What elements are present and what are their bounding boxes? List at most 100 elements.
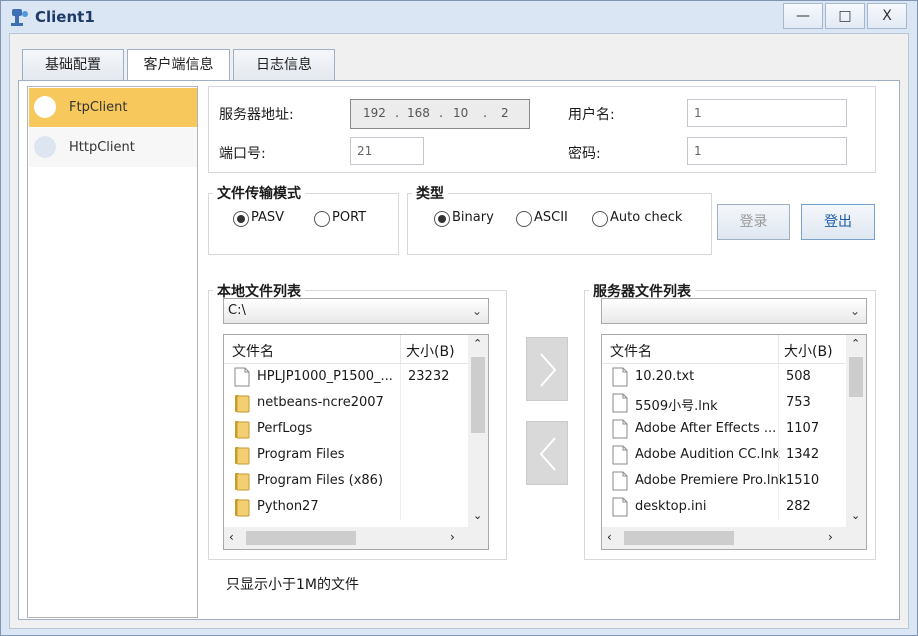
folder-icon xyxy=(234,471,250,491)
server-rows: 10.20.txt 508 5509小号.lnk 753 Adobe After Eff… xyxy=(602,364,846,526)
scroll-up-icon[interactable]: ⌃ xyxy=(851,337,860,350)
file-row[interactable]: PerfLogs xyxy=(224,416,468,442)
local-list-header: 文件名 大小(B) xyxy=(224,335,468,364)
local-path-select[interactable]: C:\ ⌄ xyxy=(223,298,489,324)
file-row[interactable]: Python27 xyxy=(224,494,468,520)
ascii-label: ASCII xyxy=(534,210,568,225)
server-vertical-scrollbar[interactable]: ⌃ ⌄ xyxy=(846,335,866,527)
column-divider xyxy=(400,442,401,468)
scrollbar-thumb[interactable] xyxy=(246,531,356,545)
server-horizontal-scrollbar[interactable]: ‹ › xyxy=(602,527,866,549)
file-name: Program Files (x86) xyxy=(257,473,384,488)
type-title: 类型 xyxy=(412,183,448,203)
file-name: Adobe After Effects ... xyxy=(635,421,777,436)
scroll-left-icon[interactable]: ‹ xyxy=(607,530,612,544)
maximize-button[interactable]: □ xyxy=(825,3,865,29)
tab-basic-config[interactable]: 基础配置 xyxy=(22,49,124,81)
port-radio[interactable]: PORT xyxy=(314,209,394,229)
minimize-button[interactable]: — xyxy=(783,3,823,29)
ascii-radio[interactable]: ASCII xyxy=(516,209,586,229)
local-vertical-scrollbar[interactable]: ⌃ ⌄ xyxy=(468,335,488,527)
column-divider xyxy=(400,335,401,364)
port-mode-label: PORT xyxy=(332,210,367,225)
file-row[interactable]: Adobe After Effects ... 1107 xyxy=(602,416,846,442)
scroll-down-icon[interactable]: ⌄ xyxy=(473,509,482,522)
app-window: Client1 — □ X 基础配置 客户端信息 日志信息 FtpClient … xyxy=(0,0,918,636)
file-row[interactable]: 10.20.txt 508 xyxy=(602,364,846,390)
file-row[interactable]: Adobe Audition CC.lnk 1342 xyxy=(602,442,846,468)
close-button[interactable]: X xyxy=(867,3,907,29)
server-file-list: 文件名 大小(B) 10.20.txt 508 5509小号.lnk 753 Adobe… xyxy=(601,334,867,550)
password-label: 密码: xyxy=(568,146,601,162)
radio-circle xyxy=(233,211,249,227)
scroll-right-icon[interactable]: › xyxy=(450,530,455,544)
server-path-select[interactable]: ⌄ xyxy=(601,298,867,324)
scrollbar-thumb[interactable] xyxy=(624,531,734,545)
file-icon xyxy=(612,419,628,439)
logout-button[interactable]: 登出 xyxy=(801,204,875,240)
local-rows: HPLJP1000_P1500_... 23232 netbeans-ncre200… xyxy=(224,364,468,526)
file-name: Python27 xyxy=(257,499,319,514)
sidebar-item-label: HttpClient xyxy=(69,140,135,155)
ip-octet-2: 168 xyxy=(407,106,430,120)
pasv-label: PASV xyxy=(251,210,285,225)
ip-octet-3: 10 xyxy=(453,106,469,120)
column-divider xyxy=(400,494,401,520)
ip-dot: . xyxy=(483,106,488,121)
scroll-right-icon[interactable]: › xyxy=(828,530,833,544)
sidebar-item-ftpclient[interactable]: FtpClient xyxy=(29,88,197,127)
client-type-list: FtpClient HttpClient xyxy=(27,86,198,618)
port-input[interactable]: 21 xyxy=(350,137,424,165)
server-ip-input[interactable]: 192 . 168 . 10 . 2 xyxy=(350,99,530,129)
column-divider xyxy=(778,335,779,364)
binary-label: Binary xyxy=(452,210,494,225)
column-header-name[interactable]: 文件名 xyxy=(232,341,274,361)
column-header-size[interactable]: 大小(B) xyxy=(784,341,833,361)
server-list-header: 文件名 大小(B) xyxy=(602,335,846,364)
file-name: Adobe Premiere Pro.lnk xyxy=(635,473,787,488)
file-icon xyxy=(612,471,628,491)
scroll-left-icon[interactable]: ‹ xyxy=(229,530,234,544)
transfer-mode-title: 文件传输模式 xyxy=(213,183,305,203)
tab-client-info[interactable]: 客户端信息 xyxy=(127,49,230,82)
window-title: Client1 xyxy=(35,8,95,26)
column-divider xyxy=(400,468,401,494)
scrollbar-thumb[interactable] xyxy=(849,357,863,397)
port-label: 端口号: xyxy=(219,146,266,162)
file-size: 282 xyxy=(786,499,811,514)
file-row[interactable]: Program Files (x86) xyxy=(224,468,468,494)
auto-check-radio[interactable]: Auto check xyxy=(592,209,692,229)
upload-arrow-button[interactable] xyxy=(526,337,568,401)
file-row[interactable]: desktop.ini 282 xyxy=(602,494,846,520)
binary-radio[interactable]: Binary xyxy=(434,209,514,229)
scrollbar-thumb[interactable] xyxy=(471,357,485,433)
tab-log-info[interactable]: 日志信息 xyxy=(233,49,335,81)
file-name: desktop.ini xyxy=(635,499,707,514)
file-row[interactable]: netbeans-ncre2007 xyxy=(224,390,468,416)
file-icon xyxy=(234,367,250,387)
sidebar-item-httpclient[interactable]: HttpClient xyxy=(29,128,197,167)
file-row[interactable]: 5509小号.lnk 753 xyxy=(602,390,846,416)
file-name: HPLJP1000_P1500_... xyxy=(257,369,393,384)
client-area: 基础配置 客户端信息 日志信息 FtpClient HttpClient 服务器… xyxy=(9,33,909,629)
pasv-radio[interactable]: PASV xyxy=(233,209,313,229)
file-size-note: 只显示小于1M的文件 xyxy=(226,577,359,593)
column-header-name[interactable]: 文件名 xyxy=(610,341,652,361)
radio-circle xyxy=(516,211,532,227)
file-name: netbeans-ncre2007 xyxy=(257,395,384,410)
scroll-up-icon[interactable]: ⌃ xyxy=(473,337,482,350)
local-horizontal-scrollbar[interactable]: ‹ › xyxy=(224,527,488,549)
file-row[interactable]: Adobe Premiere Pro.lnk 1510 xyxy=(602,468,846,494)
username-input[interactable]: 1 xyxy=(687,99,847,127)
column-divider xyxy=(400,364,401,390)
file-row[interactable]: Program Files xyxy=(224,442,468,468)
title-bar[interactable]: Client1 — □ X xyxy=(1,1,917,33)
login-button[interactable]: 登录 xyxy=(717,204,790,240)
column-header-size[interactable]: 大小(B) xyxy=(406,341,455,361)
app-icon xyxy=(11,9,28,26)
file-row[interactable]: HPLJP1000_P1500_... 23232 xyxy=(224,364,468,390)
password-input[interactable]: 1 xyxy=(687,137,847,165)
download-arrow-button[interactable] xyxy=(526,421,568,485)
scroll-down-icon[interactable]: ⌄ xyxy=(851,509,860,522)
column-divider xyxy=(778,390,779,416)
